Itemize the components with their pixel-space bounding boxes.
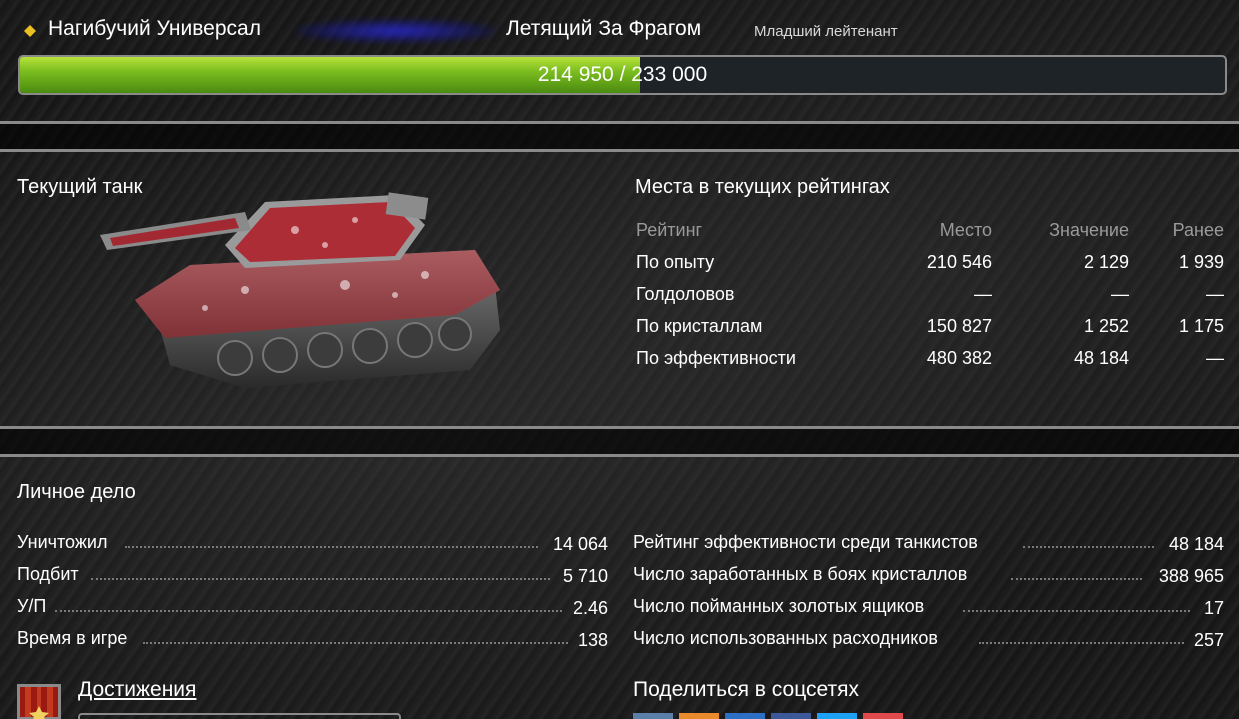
column-header-rating: Рейтинг: [636, 220, 703, 240]
stat-value: 5 710: [562, 566, 608, 586]
stat-row: Число использованных расходников 257: [633, 628, 1224, 650]
share-button[interactable]: [863, 713, 903, 719]
rating-place: —: [974, 284, 992, 304]
stat-row: Подбит 5 710: [17, 564, 608, 586]
rank-diamond-icon: [24, 25, 36, 37]
rating-value: —: [1111, 284, 1129, 304]
dotted-leader: [979, 642, 1184, 644]
stat-label: Число заработанных в боях кристаллов: [633, 564, 968, 584]
stat-label: Рейтинг эффективности среди танкистов: [633, 532, 978, 552]
personal-file-title: Личное дело: [17, 481, 136, 503]
blurred-text: [296, 19, 496, 43]
share-button[interactable]: [725, 713, 765, 719]
stat-value: 388 965: [1158, 566, 1224, 586]
stat-row: Уничтожил 14 064: [17, 532, 608, 554]
rating-value: 1 252: [1083, 316, 1129, 336]
stat-label: Время в игре: [17, 628, 128, 648]
rating-name: По опыту: [636, 252, 715, 272]
experience-progress-bar: 214 950 / 233 000: [18, 55, 1227, 95]
rating-place: 210 546: [926, 252, 992, 272]
stat-label: Уничтожил: [17, 532, 108, 552]
table-row: Голдоловов — — —: [636, 284, 1226, 308]
section-band: [0, 123, 1239, 151]
stat-row: Время в игре 138: [17, 628, 608, 650]
stat-value: 2.46: [572, 598, 608, 618]
rating-before: —: [1206, 284, 1224, 304]
rating-before: 1 175: [1178, 316, 1224, 336]
stat-row: Число заработанных в боях кристаллов 388…: [633, 564, 1224, 586]
rating-name: По кристаллам: [636, 316, 763, 336]
stat-label: У/П: [17, 596, 47, 616]
rank-title: Младший лейтенант: [754, 23, 898, 40]
table-row: По опыту 210 546 2 129 1 939: [636, 252, 1226, 276]
stat-row: Рейтинг эффективности среди танкистов 48…: [633, 532, 1224, 554]
rating-value: 48 184: [1073, 348, 1129, 368]
stat-row: У/П 2.46: [17, 596, 608, 618]
dotted-leader: [125, 546, 538, 548]
tank-image: [100, 192, 500, 388]
ratings-table: По опыту 210 546 2 129 1 939 Голдоловов …: [636, 252, 1226, 382]
ratings-title: Места в текущих рейтингах: [635, 176, 890, 198]
stat-value: 257: [1193, 630, 1224, 650]
rating-value: 2 129: [1083, 252, 1129, 272]
dotted-leader: [55, 610, 562, 612]
divider: [0, 426, 1239, 429]
rating-name: Голдоловов: [636, 284, 735, 304]
achievements-link[interactable]: Достижения: [78, 678, 196, 702]
rating-before: —: [1206, 348, 1224, 368]
rating-before: 1 939: [1178, 252, 1224, 272]
dotted-leader: [1023, 546, 1154, 548]
column-header-value: Значение: [1049, 220, 1129, 240]
stat-label: Число использованных расходников: [633, 628, 938, 648]
player-name: Нагибучий Универсал: [48, 17, 261, 40]
section-band: [0, 428, 1239, 456]
stat-label: Подбит: [17, 564, 79, 584]
stat-row: Число пойманных золотых ящиков 17: [633, 596, 1224, 618]
share-button[interactable]: [679, 713, 719, 719]
share-button[interactable]: [633, 713, 673, 719]
stat-value: 138: [577, 630, 608, 650]
dotted-leader: [91, 578, 550, 580]
stat-value: 14 064: [552, 534, 608, 554]
share-button[interactable]: [771, 713, 811, 719]
rating-place: 150 827: [926, 316, 992, 336]
stat-value: 17: [1203, 598, 1224, 618]
divider: [0, 149, 1239, 152]
rating-place: 480 382: [926, 348, 992, 368]
medal-icon: [17, 684, 61, 719]
dotted-leader: [963, 610, 1190, 612]
divider: [0, 454, 1239, 457]
table-row: По эффективности 480 382 48 184 —: [636, 348, 1226, 372]
experience-progress-label: 214 950 / 233 000: [537, 63, 708, 86]
player-nickname: Летящий За Фрагом: [506, 17, 702, 40]
stat-value: 48 184: [1168, 534, 1224, 554]
column-header-before: Ранее: [1172, 220, 1224, 240]
table-row: По кристаллам 150 827 1 252 1 175: [636, 316, 1226, 340]
divider: [0, 121, 1239, 124]
dotted-leader: [143, 642, 568, 644]
stat-label: Число пойманных золотых ящиков: [633, 596, 925, 616]
column-header-place: Место: [939, 220, 992, 240]
share-button[interactable]: [817, 713, 857, 719]
achievements-progress-bar: [78, 713, 401, 719]
dotted-leader: [1011, 578, 1142, 580]
rating-name: По эффективности: [636, 348, 796, 368]
share-title: Поделиться в соцсетях: [633, 678, 859, 701]
